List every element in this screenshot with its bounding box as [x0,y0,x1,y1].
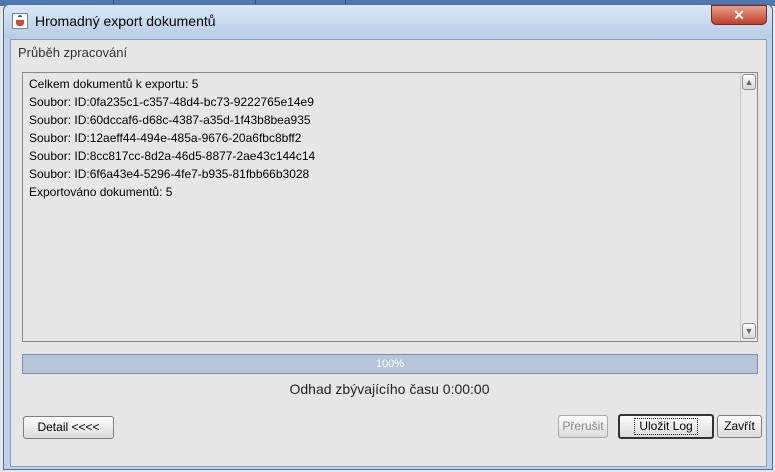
export-dialog: Hromadný export dokumentů ✕ Průběh zprac… [3,4,773,470]
java-app-icon [12,13,28,29]
scroll-up-arrow-icon[interactable]: ▲ [742,74,756,90]
export-log-panel[interactable]: Celkem dokumentů k exportu: 5 Soubor: ID… [22,72,758,342]
save-log-label: Uložit Log [634,418,698,435]
window-title: Hromadný export dokumentů [35,13,216,29]
java-steam-icon [18,15,22,19]
title-bar[interactable]: Hromadný export dokumentů ✕ [4,5,772,38]
close-button[interactable]: Zavřít [717,415,762,438]
dialog-content: Průběh zpracování Celkem dokumentů k exp… [10,39,767,467]
log-line: Celkem dokumentů k exportu: 5 [29,77,199,91]
java-cup-icon [16,20,24,26]
log-line: Soubor: ID:60dccaf6-d68c-4387-a35d-1f43b… [29,113,311,127]
log-line: Soubor: ID:12aeff44-494e-485a-9676-20a6f… [29,131,302,145]
section-title: Průběh zpracování [18,45,128,60]
log-line: Exportováno dokumentů: 5 [29,185,173,199]
time-remaining-label: Odhad zbývajícího času 0:00:00 [289,381,490,397]
scroll-down-arrow-icon[interactable]: ▼ [742,323,756,339]
stop-button[interactable]: Přerušit [558,415,608,438]
log-line: Soubor: ID:0fa235c1-c357-48d4-bc73-92227… [29,95,314,109]
export-progress-bar: 100% [22,354,758,374]
detail-toggle-button[interactable]: Detail <<<< [23,416,114,439]
log-line: Soubor: ID:6f6a43e4-5296-4fe7-b935-81fbb… [29,167,310,181]
window-close-button[interactable]: ✕ [711,5,767,25]
log-line: Soubor: ID:8cc817cc-8d2a-46d5-8877-2ae43… [29,149,316,163]
save-log-button[interactable]: Uložit Log [618,414,714,439]
log-vertical-scrollbar[interactable]: ▲ ▼ [740,73,757,341]
